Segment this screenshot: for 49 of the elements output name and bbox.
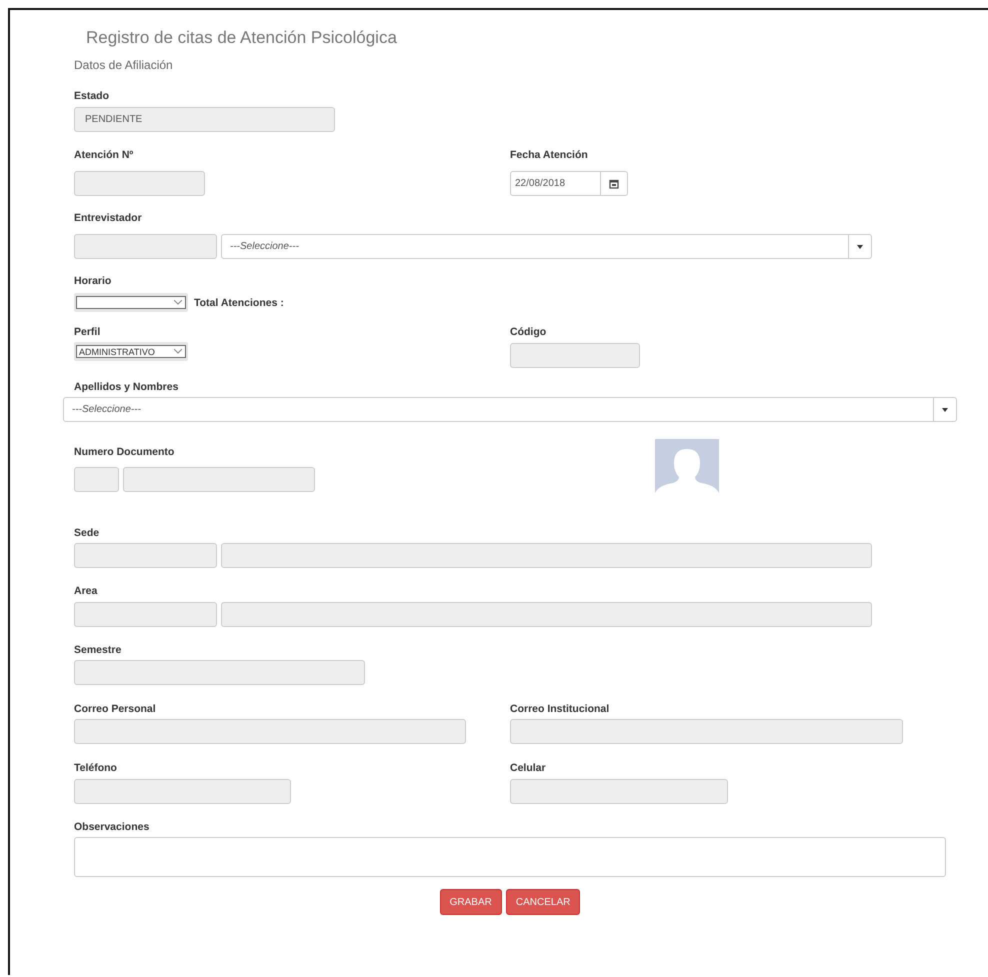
input-field[interactable] <box>74 719 466 744</box>
calendar-icon <box>609 178 619 188</box>
action-button[interactable]: GRABAR <box>440 889 502 915</box>
field-label: Observaciones <box>74 821 150 834</box>
input-field[interactable] <box>510 779 728 804</box>
field-label: Teléfono <box>74 762 118 775</box>
input-field[interactable] <box>221 602 872 627</box>
date-field[interactable]: 22/08/2018 <box>510 171 628 196</box>
field-label: Atención Nº <box>74 149 134 162</box>
field-label: Apellidos y Nombres <box>74 381 180 394</box>
caret-icon <box>174 349 182 354</box>
caret-icon <box>942 408 948 412</box>
input-field[interactable] <box>74 660 365 685</box>
input-field[interactable] <box>74 171 205 196</box>
field-label: Perfil <box>74 326 102 339</box>
field-label: Area <box>74 585 98 598</box>
input-field[interactable] <box>74 543 217 568</box>
caret-icon <box>174 300 182 305</box>
section-title: Datos de Afiliación <box>74 58 174 74</box>
total-label: Total Atenciones : <box>194 297 284 309</box>
field-label: Celular <box>510 762 547 775</box>
input-field[interactable] <box>221 543 872 568</box>
field-label: Correo Institucional <box>510 703 610 716</box>
action-button[interactable]: CANCELAR <box>506 889 580 915</box>
page-title: Registro de citas de Atención Psicológica <box>86 28 398 49</box>
input-field[interactable] <box>74 602 217 627</box>
field-label: Semestre <box>74 644 122 657</box>
names-select[interactable]: ---Seleccione--- <box>63 397 957 422</box>
observations-field[interactable] <box>74 837 946 877</box>
field-label: Numero Documento <box>74 446 176 459</box>
profile-select[interactable]: ADMINISTRATIVO <box>76 345 186 358</box>
input-field[interactable] <box>123 467 315 492</box>
input-field[interactable] <box>74 234 217 259</box>
field-label: Correo Personal <box>74 703 157 716</box>
interviewer-select[interactable]: ---Seleccione--- <box>221 234 872 259</box>
input-field[interactable] <box>510 343 640 368</box>
field-label: Entrevistador <box>74 212 143 225</box>
input-field[interactable] <box>74 779 291 804</box>
avatar-placeholder-icon <box>655 439 719 497</box>
field-label: Sede <box>74 527 100 540</box>
schedule-select[interactable] <box>76 296 186 309</box>
field-label: Fecha Atención <box>510 149 589 162</box>
field-label: Horario <box>74 275 112 288</box>
field-label: Código <box>510 326 548 339</box>
status-field[interactable]: PENDIENTE <box>74 107 335 132</box>
caret-icon <box>857 244 863 248</box>
input-field[interactable] <box>74 467 119 492</box>
field-label: Estado <box>74 90 110 103</box>
input-field[interactable] <box>510 719 903 744</box>
